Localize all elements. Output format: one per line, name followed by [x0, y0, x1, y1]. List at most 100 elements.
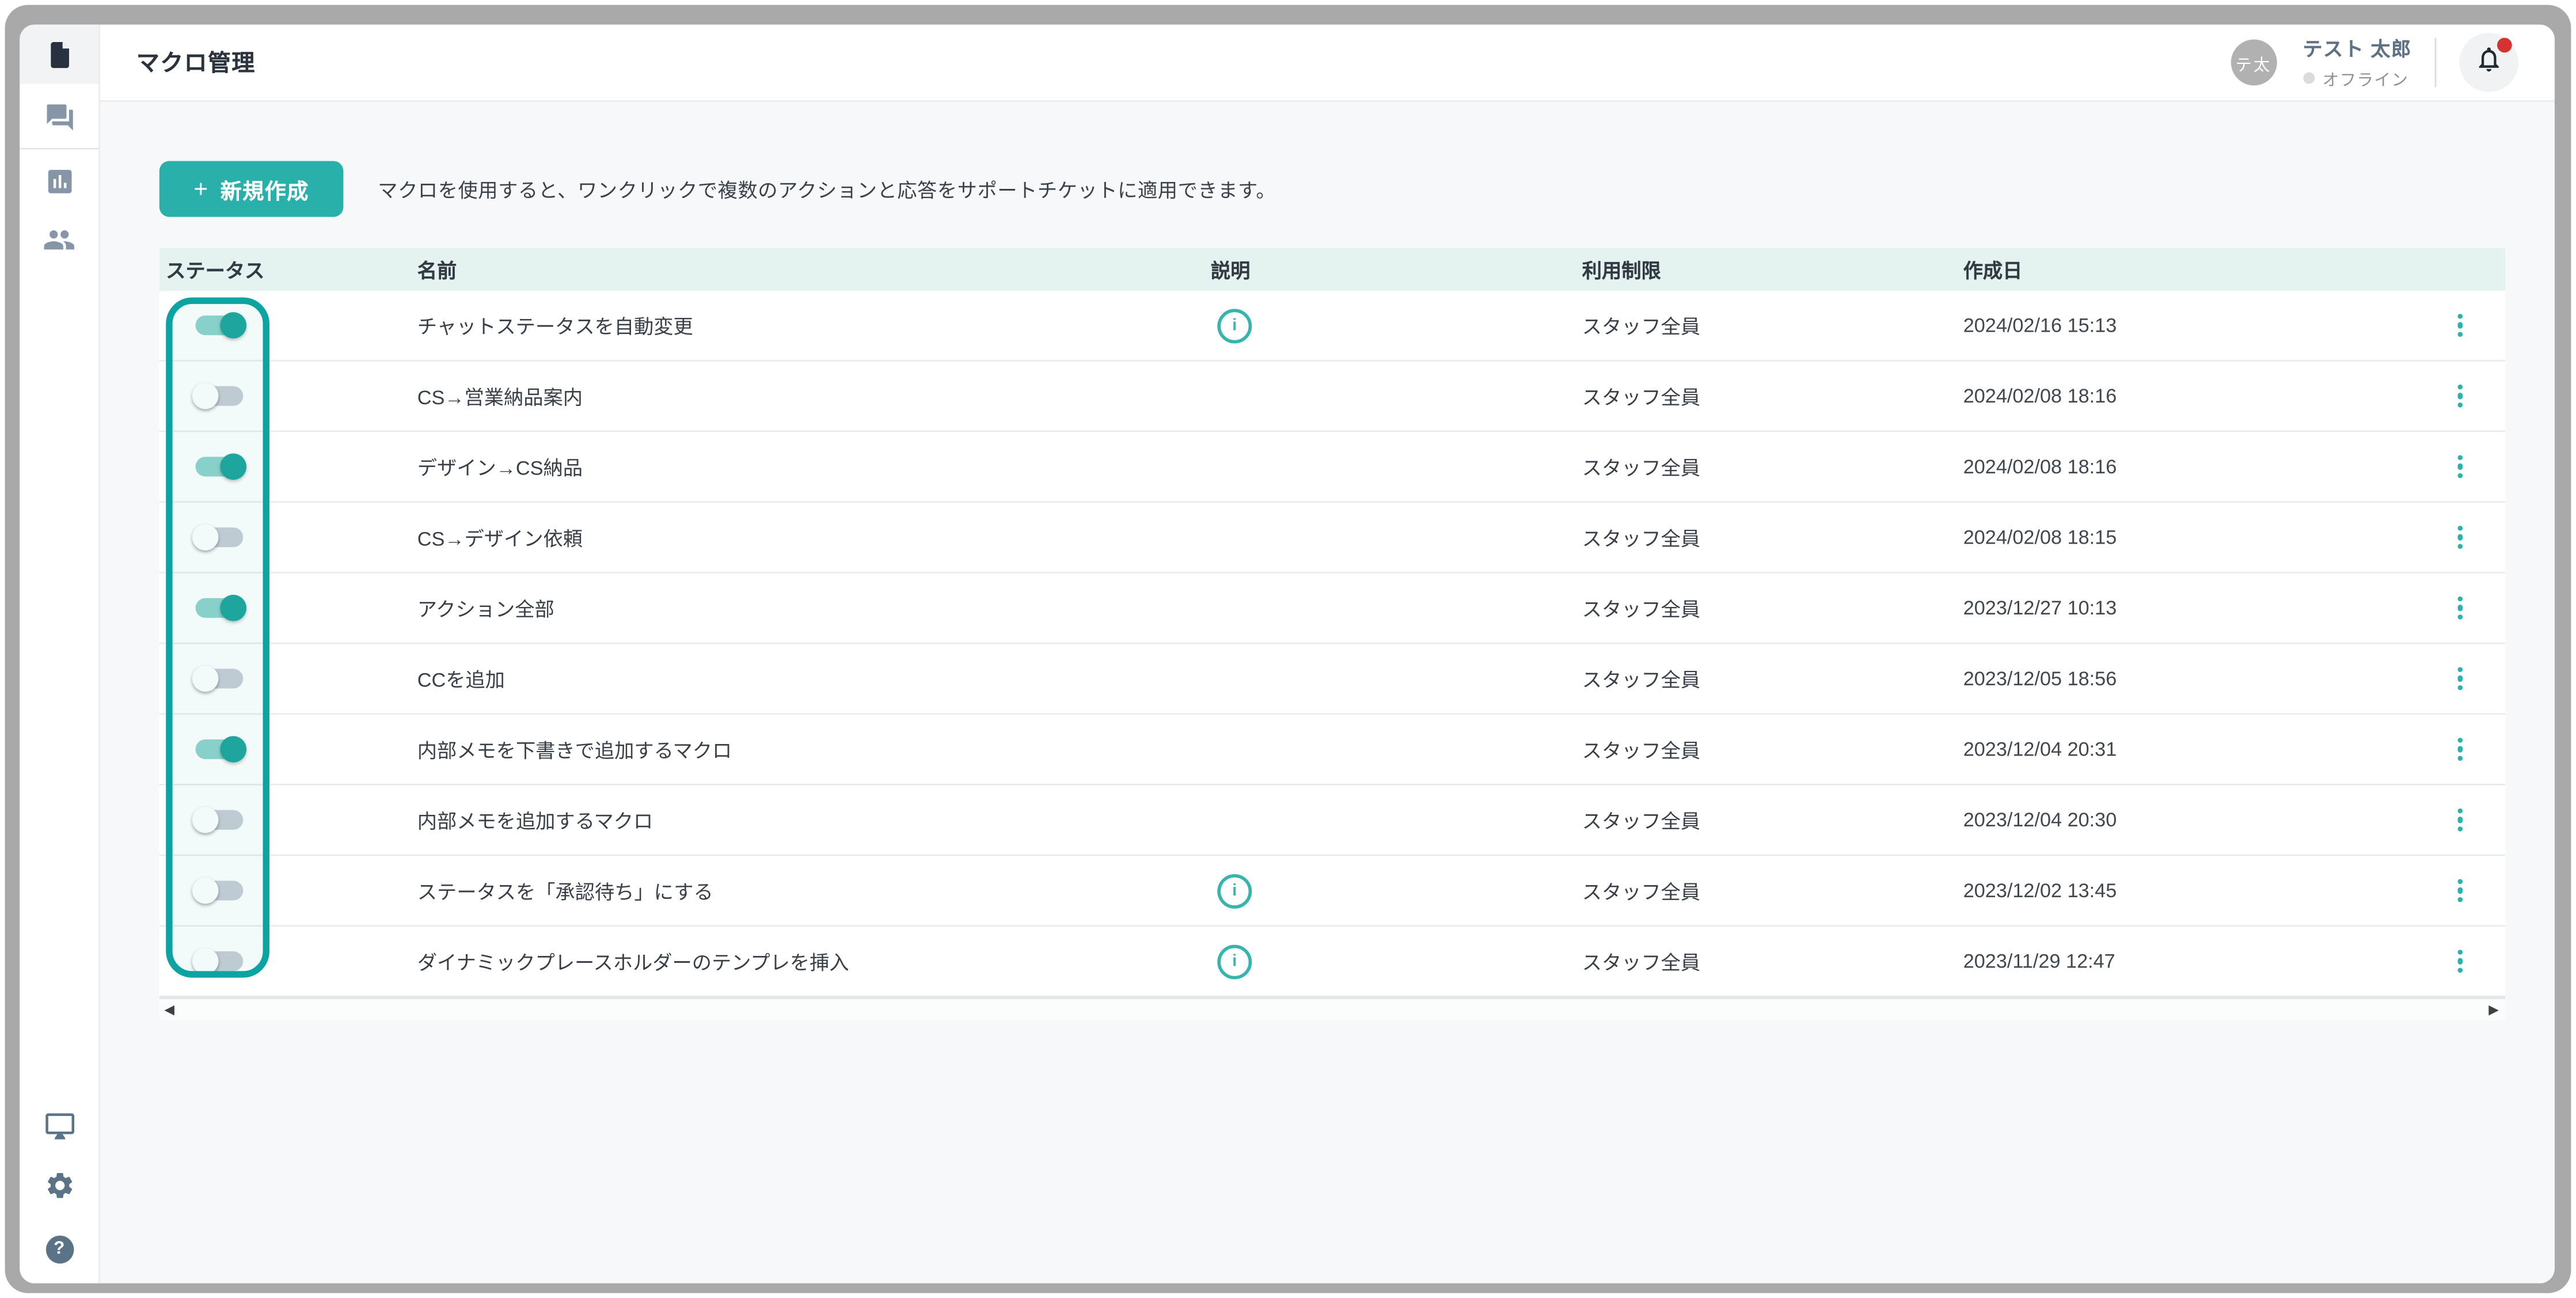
table-row: ステータスを「承認待ち」にする i スタッフ全員 2023/12/02 13:4… [159, 856, 2506, 927]
avatar[interactable]: テ太 [2231, 39, 2277, 85]
macro-restriction: スタッフ全員 [1582, 876, 1963, 905]
column-header-created: 作成日 [1963, 256, 2345, 284]
kebab-menu-icon[interactable] [2454, 946, 2466, 976]
offline-status-dot [2303, 73, 2314, 84]
table-row: CS→営業納品案内 i スタッフ全員 2024/02/08 18:16 [159, 362, 2506, 432]
kebab-menu-icon[interactable] [2454, 805, 2466, 835]
kebab-menu-icon[interactable] [2454, 451, 2466, 481]
column-header-restriction: 利用制限 [1582, 256, 1963, 284]
macro-created-date: 2024/02/16 15:13 [1963, 314, 2345, 337]
plus-icon: + [193, 177, 208, 202]
table-body: チャットステータスを自動変更 i スタッフ全員 2024/02/16 15:13… [159, 291, 2506, 997]
status-toggle[interactable] [192, 522, 246, 552]
table-rows: チャットステータスを自動変更 i スタッフ全員 2024/02/16 15:13… [159, 291, 2506, 997]
table-row: 内部メモを追加するマクロ i スタッフ全員 2023/12/04 20:30 [159, 785, 2506, 856]
macro-created-date: 2024/02/08 18:16 [1963, 455, 2345, 478]
table-row: 内部メモを下書きで追加するマクロ i スタッフ全員 2023/12/04 20:… [159, 715, 2506, 785]
macro-restriction: スタッフ全員 [1582, 806, 1963, 834]
macro-created-date: 2023/12/04 20:31 [1963, 738, 2345, 761]
status-toggle[interactable] [192, 947, 246, 976]
screenshot-stage: ? マクロ管理 テ太 テスト 太郎 オフライン [0, 0, 2576, 1298]
status-toggle[interactable] [192, 664, 246, 693]
horizontal-scrollbar[interactable]: ◀ ▶ [159, 997, 2506, 1020]
table-row: CCを追加 i スタッフ全員 2023/12/05 18:56 [159, 644, 2506, 715]
header-divider [2435, 38, 2437, 88]
info-icon[interactable]: i [1217, 944, 1252, 978]
kebab-menu-icon[interactable] [2454, 734, 2466, 764]
macro-name: アクション全部 [417, 594, 1211, 622]
macro-table: ステータス 名前 説明 利用制限 作成日 チャットステータスを自動変更 [159, 248, 2506, 1020]
sidebar-divider [20, 148, 98, 150]
notifications-button[interactable] [2459, 33, 2518, 92]
status-toggle[interactable] [192, 593, 246, 623]
status-toggle[interactable] [192, 452, 246, 481]
content-area: + 新規作成 マクロを使用すると、ワンクリックで複数のアクションと応答をサポート… [100, 102, 2555, 1284]
column-header-description: 説明 [1211, 256, 1582, 284]
macro-created-date: 2023/12/27 10:13 [1963, 597, 2345, 620]
status-toggle[interactable] [192, 310, 246, 340]
macro-created-date: 2023/12/05 18:56 [1963, 667, 2345, 690]
macro-restriction: スタッフ全員 [1582, 312, 1963, 340]
table-row: デザイン→CS納品 i スタッフ全員 2024/02/08 18:16 [159, 432, 2506, 503]
kebab-menu-icon[interactable] [2454, 522, 2466, 552]
sidebar-bottom-group: ? [20, 1096, 98, 1283]
macro-restriction: スタッフ全員 [1582, 453, 1963, 481]
table-row: CS→デザイン依頼 i スタッフ全員 2024/02/08 18:15 [159, 503, 2506, 574]
macro-created-date: 2024/02/08 18:15 [1963, 526, 2345, 549]
macro-restriction: スタッフ全員 [1582, 735, 1963, 764]
kebab-menu-icon[interactable] [2454, 876, 2466, 906]
sidebar-item-customers[interactable] [20, 210, 98, 270]
sidebar-item-workspace[interactable] [20, 1096, 98, 1155]
macro-restriction: スタッフ全員 [1582, 665, 1963, 693]
sidebar-item-help[interactable]: ? [20, 1219, 98, 1278]
scroll-right-arrow-icon[interactable]: ▶ [2488, 999, 2499, 1020]
macro-name: 内部メモを下書きで追加するマクロ [417, 735, 1211, 764]
app-window: ? マクロ管理 テ太 テスト 太郎 オフライン [20, 25, 2555, 1284]
notification-unread-dot [2497, 38, 2512, 53]
info-icon[interactable]: i [1217, 874, 1252, 908]
create-macro-label: 新規作成 [221, 173, 309, 204]
column-header-status: ステータス [159, 256, 417, 284]
user-info[interactable]: テスト 太郎 オフライン [2303, 35, 2411, 90]
sidebar-item-settings[interactable] [20, 1155, 98, 1214]
monitor-icon [44, 1110, 75, 1141]
toolbar: + 新規作成 マクロを使用すると、ワンクリックで複数のアクションと応答をサポート… [159, 161, 2506, 217]
macro-name: デザイン→CS納品 [417, 453, 1211, 481]
macro-restriction: スタッフ全員 [1582, 947, 1963, 976]
status-toggle[interactable] [192, 381, 246, 411]
sidebar-item-reports[interactable] [20, 151, 98, 211]
document-icon [44, 39, 75, 70]
user-name: テスト 太郎 [2303, 35, 2411, 63]
sidebar-item-macros[interactable] [20, 25, 98, 84]
macro-name: ステータスを「承認待ち」にする [417, 876, 1211, 905]
macro-created-date: 2023/12/04 20:30 [1963, 809, 2345, 832]
kebab-menu-icon[interactable] [2454, 663, 2466, 693]
chat-icon [44, 101, 75, 132]
macro-created-date: 2023/11/29 12:47 [1963, 950, 2345, 973]
macro-restriction: スタッフ全員 [1582, 382, 1963, 410]
sidebar: ? [20, 25, 100, 1284]
table-row: チャットステータスを自動変更 i スタッフ全員 2024/02/16 15:13 [159, 291, 2506, 362]
top-bar: マクロ管理 テ太 テスト 太郎 オフライン [100, 25, 2555, 102]
macro-name: CS→デザイン依頼 [417, 523, 1211, 552]
table-row: アクション全部 i スタッフ全員 2023/12/27 10:13 [159, 574, 2506, 644]
macro-name: CS→営業納品案内 [417, 382, 1211, 410]
gear-icon [44, 1169, 75, 1200]
kebab-menu-icon[interactable] [2454, 310, 2466, 340]
status-toggle[interactable] [192, 805, 246, 834]
status-toggle[interactable] [192, 876, 246, 905]
kebab-menu-icon[interactable] [2454, 381, 2466, 411]
scroll-left-arrow-icon[interactable]: ◀ [164, 999, 174, 1020]
create-macro-button[interactable]: + 新規作成 [159, 161, 344, 217]
kebab-menu-icon[interactable] [2454, 593, 2466, 623]
info-icon[interactable]: i [1217, 308, 1252, 343]
macro-name: チャットステータスを自動変更 [417, 312, 1211, 340]
status-toggle[interactable] [192, 734, 246, 764]
main-area: マクロ管理 テ太 テスト 太郎 オフライン [100, 25, 2555, 1284]
table-header-row: ステータス 名前 説明 利用制限 作成日 [159, 248, 2506, 291]
user-status: オフライン [2303, 66, 2408, 90]
column-header-name: 名前 [417, 256, 1211, 284]
bar-chart-icon [44, 165, 75, 196]
help-icon: ? [45, 1235, 73, 1263]
sidebar-item-chats[interactable] [20, 87, 98, 146]
